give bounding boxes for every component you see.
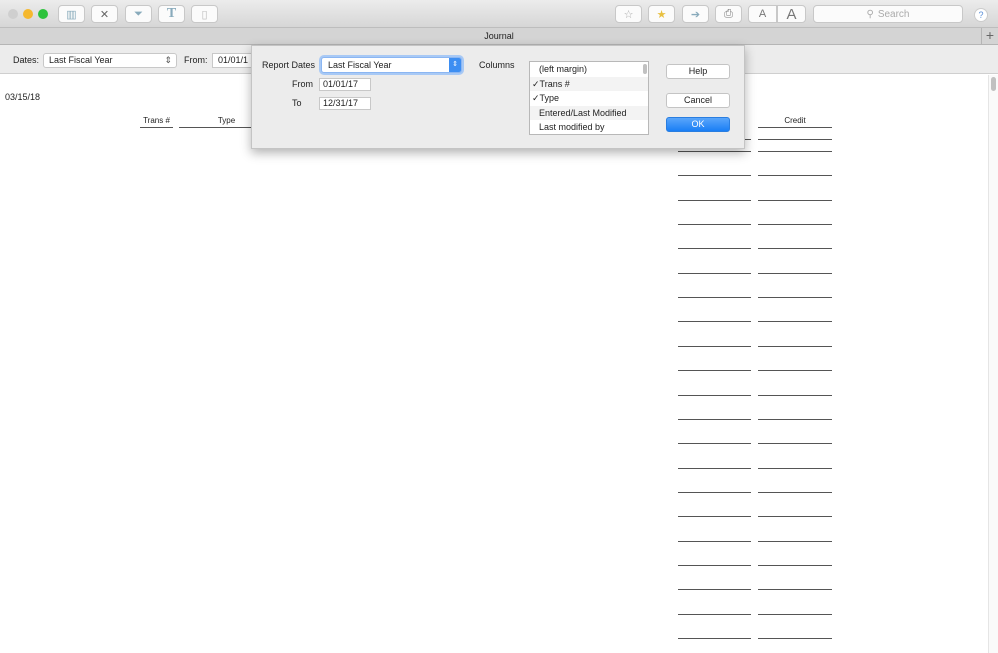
search-input[interactable]: ⚲ Search <box>813 5 963 23</box>
filter-icon[interactable]: ⏷ <box>125 5 152 23</box>
help-button[interactable]: Help <box>666 64 730 79</box>
row-rule <box>678 443 751 445</box>
report-area: 03/15/18 Trans # Type Credit <box>0 75 988 653</box>
row-rule <box>678 272 751 274</box>
row-rule <box>758 370 832 372</box>
row-rule <box>758 175 832 177</box>
memorize-report-icon[interactable]: ★ <box>648 5 675 23</box>
scrollbar-thumb[interactable] <box>991 77 996 91</box>
export-icon[interactable]: ➔ <box>682 5 709 23</box>
row-rule <box>678 224 751 226</box>
font-smaller-button[interactable]: A <box>748 5 777 23</box>
column-option[interactable]: ✓Trans # <box>530 76 648 91</box>
row-rule <box>758 272 832 274</box>
search-placeholder: Search <box>877 8 910 20</box>
row-rule <box>758 139 832 140</box>
help-icon[interactable]: ? <box>974 8 988 22</box>
row-rule <box>678 467 751 469</box>
row-rule <box>678 394 751 396</box>
row-rule <box>758 224 832 226</box>
row-rule <box>678 589 751 591</box>
row-rule <box>678 516 751 518</box>
row-rule <box>678 370 751 372</box>
close-window-button[interactable] <box>8 9 18 19</box>
row-rule <box>758 564 832 566</box>
row-rule <box>678 248 751 250</box>
row-rule <box>678 540 751 542</box>
vertical-scrollbar[interactable] <box>988 75 998 653</box>
row-rule <box>758 491 832 493</box>
row-rule <box>758 516 832 518</box>
row-rule <box>758 467 832 469</box>
column-header-trans[interactable]: Trans # <box>140 116 173 128</box>
row-rule <box>758 345 832 347</box>
from-label: From: <box>184 55 208 65</box>
row-rule <box>678 418 751 420</box>
modify-report-dialog: Report Dates Last Fiscal Year ⇕ From 01/0… <box>251 45 745 149</box>
font-larger-button[interactable]: A <box>777 5 806 23</box>
report-dates-label: Report Dates <box>262 60 316 70</box>
report-dates-select[interactable]: Last Fiscal Year ⇕ <box>321 57 462 73</box>
tab-bar: Journal + <box>0 28 998 45</box>
row-rule <box>678 297 751 299</box>
zoom-window-button[interactable] <box>38 9 48 19</box>
dates-label: Dates: <box>13 55 40 65</box>
row-rule <box>678 564 751 566</box>
ok-button[interactable]: OK <box>666 117 730 132</box>
chevron-updown-icon: ⇕ <box>449 58 461 72</box>
row-rule <box>678 321 751 323</box>
toolbar: ▥ ✕ ⏷ T ▯ ☆ ★ ➔ ⎙ A A ⚲ Search ? <box>0 0 998 28</box>
row-rule <box>758 540 832 542</box>
print-icon[interactable]: ⎙ <box>715 5 742 23</box>
row-rule <box>758 589 832 591</box>
dates-select[interactable]: Last Fiscal Year ⇕ <box>43 53 177 68</box>
tab-journal[interactable]: Journal <box>484 31 514 41</box>
columns-list[interactable]: (left margin) ✓Trans # ✓Type Entered/Las… <box>529 61 649 135</box>
row-rule <box>758 151 832 152</box>
column-option[interactable]: ✓Type <box>530 91 648 106</box>
row-rule <box>758 443 832 445</box>
row-rule <box>678 175 751 177</box>
to-date-field[interactable]: 12/31/17 <box>319 97 371 110</box>
row-rule <box>678 491 751 493</box>
chevron-updown-icon: ⇕ <box>164 55 172 65</box>
minimize-window-button[interactable] <box>23 9 33 19</box>
row-rule <box>758 297 832 299</box>
dates-value: Last Fiscal Year <box>49 55 113 65</box>
row-rule <box>678 345 751 347</box>
star-icon[interactable]: ☆ <box>615 5 642 23</box>
cancel-button[interactable]: Cancel <box>666 93 730 108</box>
row-rule <box>758 394 832 396</box>
add-tab-button[interactable]: + <box>981 28 998 45</box>
report-date: 03/15/18 <box>5 92 41 102</box>
column-option[interactable]: Entered/Last Modified <box>530 105 648 120</box>
to-label: To <box>292 98 302 108</box>
column-header-credit[interactable]: Credit <box>758 116 832 128</box>
from-date-field[interactable]: 01/01/17 <box>319 78 371 91</box>
tools-icon[interactable]: ✕ <box>91 5 118 23</box>
document-icon[interactable]: ▯ <box>191 5 218 23</box>
report-dates-value: Last Fiscal Year <box>328 60 392 70</box>
search-icon: ⚲ <box>866 8 874 20</box>
from-label: From <box>292 79 313 89</box>
row-rule <box>758 638 832 639</box>
row-rule <box>678 638 751 639</box>
row-rule <box>758 613 832 615</box>
column-option[interactable]: (left margin) <box>530 62 648 77</box>
report-chart-icon[interactable]: ▥ <box>58 5 85 23</box>
row-rule <box>758 248 832 250</box>
column-option[interactable]: Last modified by <box>530 120 648 134</box>
list-scrollbar[interactable] <box>643 64 647 74</box>
text-format-icon[interactable]: T <box>158 5 185 23</box>
row-rule <box>758 321 832 323</box>
row-rule <box>678 613 751 615</box>
row-rule <box>758 199 832 201</box>
row-rule <box>678 199 751 201</box>
row-rule <box>678 151 751 152</box>
row-rule <box>758 418 832 420</box>
columns-label: Columns <box>479 60 515 70</box>
